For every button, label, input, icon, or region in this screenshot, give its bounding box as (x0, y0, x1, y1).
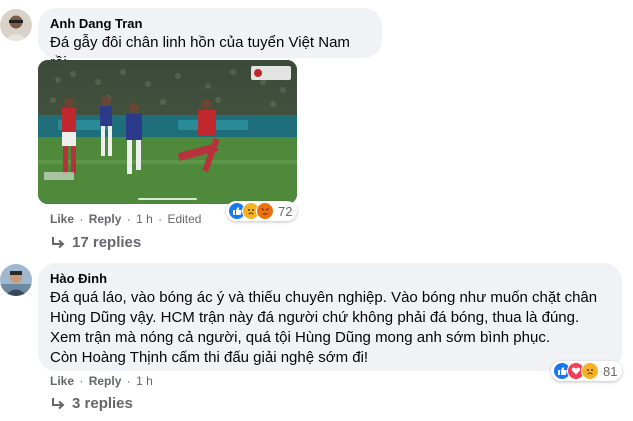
separator-dot: · (158, 212, 163, 226)
reply-button[interactable]: Reply (89, 374, 122, 388)
avatar-hao-dinh[interactable] (0, 264, 32, 296)
edited-label[interactable]: Edited (167, 212, 201, 226)
comment-bubble: Anh Dang Tran Đá gẫy đôi chân linh hồn c… (38, 8, 382, 71)
comment-text: Đá quá láo, vào bóng ác ý và thiếu chuyê… (50, 288, 610, 368)
comment-timestamp[interactable]: 1 h (136, 212, 153, 226)
reply-arrow-icon (52, 398, 65, 410)
comment-timestamp[interactable]: 1 h (136, 374, 153, 388)
separator-dot: · (126, 374, 131, 388)
separator-dot: · (126, 212, 131, 226)
reaction-count: 72 (278, 203, 293, 219)
comment-bubble: Hào Đinh Đá quá láo, vào bóng ác ý và th… (38, 263, 622, 371)
angry-reaction-icon (256, 202, 274, 220)
separator-dot: · (79, 212, 84, 226)
reaction-summary[interactable]: 72 (226, 201, 298, 221)
view-replies-button[interactable]: 17 replies (50, 233, 141, 253)
reaction-count: 81 (603, 363, 618, 379)
reply-button[interactable]: Reply (89, 212, 122, 226)
avatar-anh-dang-tran[interactable] (0, 9, 32, 41)
view-replies-button[interactable]: 3 replies (50, 394, 133, 414)
like-button[interactable]: Like (50, 212, 74, 226)
like-button[interactable]: Like (50, 374, 74, 388)
comment-line: Xem trận mà nóng cả người, quá tội Hùng … (50, 329, 551, 346)
reaction-summary[interactable]: 81 (551, 361, 623, 381)
comment-line: Hùng Dũng vậy. HCM trận này đá người chứ… (50, 309, 580, 326)
comment-author[interactable]: Hào Đinh (50, 271, 610, 287)
sad-reaction-icon (581, 362, 599, 380)
comment-video-thumbnail[interactable] (38, 60, 297, 204)
replies-label[interactable]: 3 replies (72, 394, 133, 414)
comment-actions: Like · Reply · 1 h (50, 373, 153, 389)
replies-label[interactable]: 17 replies (72, 233, 141, 253)
comment-line: Đá quá láo, vào bóng ác ý và thiếu chuyê… (50, 289, 598, 306)
comment-author[interactable]: Anh Dang Tran (50, 16, 370, 32)
separator-dot: · (79, 374, 84, 388)
reply-arrow-icon (52, 237, 65, 249)
comment-actions: Like · Reply · 1 h · Edited (50, 211, 201, 227)
comment-line: Còn Hoàng Thịnh cấm thi đấu giải nghệ sớ… (50, 349, 369, 366)
